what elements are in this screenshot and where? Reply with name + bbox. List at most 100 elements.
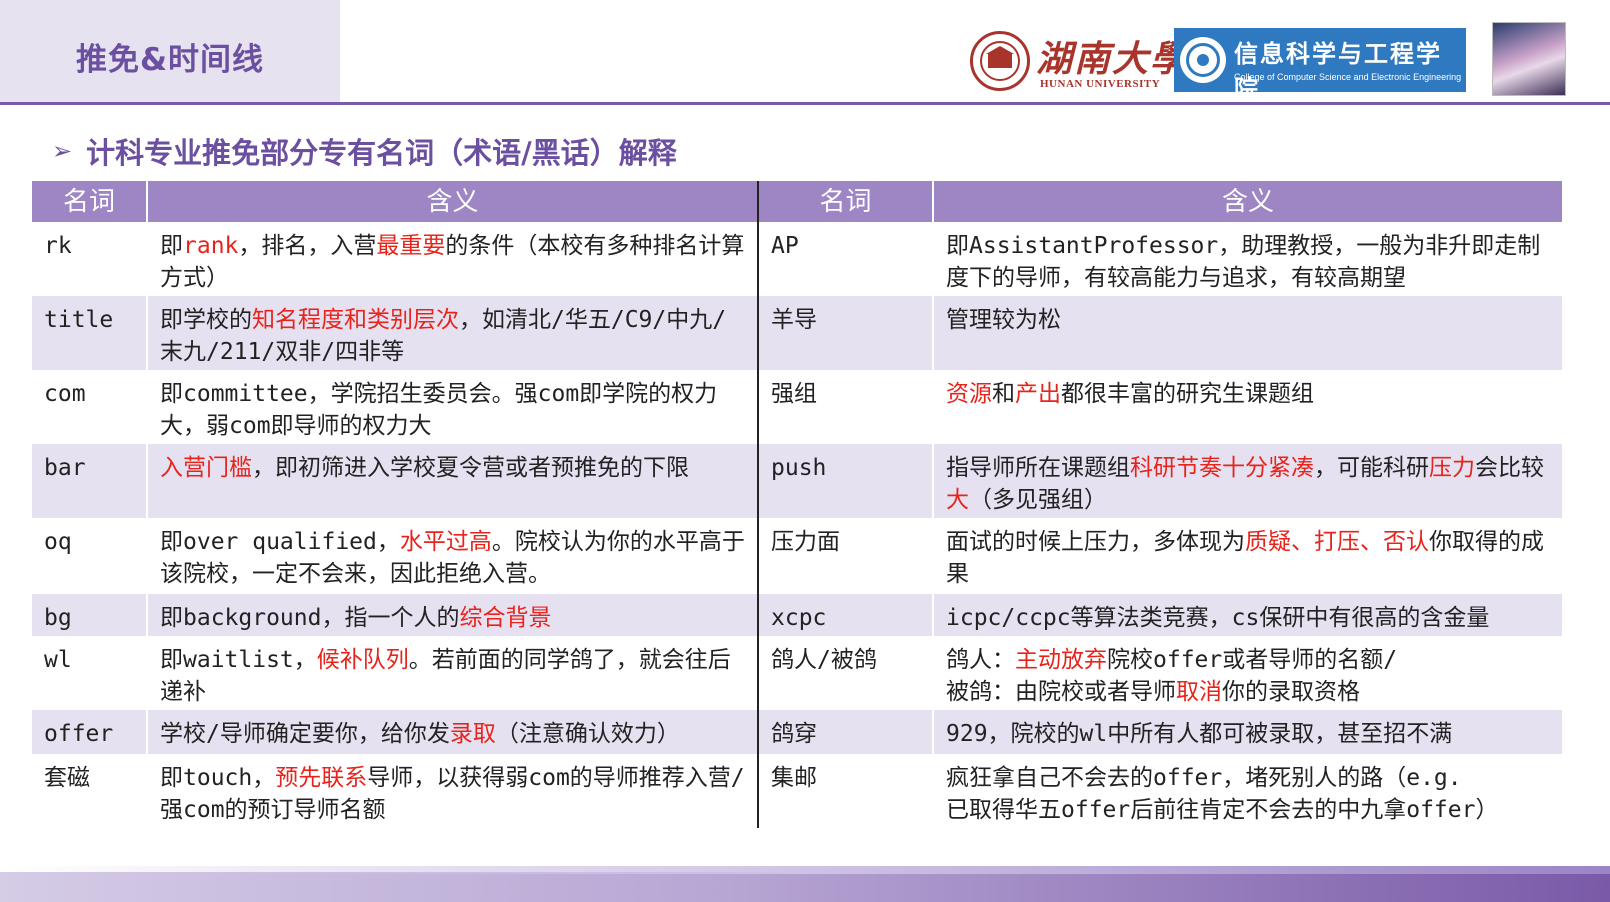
highlight-text: 资源 bbox=[946, 381, 992, 407]
meaning-right: 929，院校的wl中所有人都可被录取，甚至招不满 bbox=[932, 710, 1562, 754]
meaning-text: 即AssistantProfessor，助理教授，一般为非升即走制度下的导师，有… bbox=[946, 230, 1550, 294]
meaning-text: 即rank，排名，入营最重要的条件（本校有多种排名计算方式） bbox=[160, 230, 745, 294]
plain-text: ，排名，入营 bbox=[238, 233, 377, 259]
hnu-seal-icon bbox=[970, 31, 1030, 91]
meaning-left: 即background，指一个人的综合背景 bbox=[146, 594, 757, 636]
term-right: 集邮 bbox=[757, 754, 932, 828]
plain-text: ，即初筛进入学校夏令营或者预推免的下限 bbox=[252, 455, 689, 481]
plain-text: 即waitlist， bbox=[160, 647, 317, 673]
table-header: 名词 含义 名词 含义 bbox=[32, 181, 1562, 222]
term-left-text: bar bbox=[44, 455, 86, 481]
highlight-text: 主动放弃 bbox=[1015, 647, 1107, 673]
term-left-text: offer bbox=[44, 721, 114, 747]
plain-text: 你的录取资格 bbox=[1222, 679, 1360, 705]
term-right-text: 鸽人/被鸽 bbox=[771, 647, 877, 673]
plain-text: ，可能科研 bbox=[1314, 455, 1429, 481]
term-right-text: 强组 bbox=[771, 381, 817, 407]
glossary-table: 名词 含义 名词 含义 rk 即rank，排名，入营最重要的条件（本校有多种排名计… bbox=[32, 181, 1562, 828]
header-meaning-right: 含义 bbox=[932, 181, 1562, 222]
table-body: rk 即rank，排名，入营最重要的条件（本校有多种排名计算方式） AP 即Assis… bbox=[32, 222, 1562, 828]
table-row: wl 即waitlist，候补队列。若前面的同学鸽了，就会往后递补 鸽人/被鸽 鸽人：… bbox=[32, 636, 1562, 710]
subtitle-text: 计科专业推免部分专有名词（术语/黑话）解释 bbox=[86, 136, 677, 170]
meaning-text: 929，院校的wl中所有人都可被录取，甚至招不满 bbox=[946, 718, 1452, 750]
term-right: 强组 bbox=[757, 370, 932, 444]
plain-text: 学校/导师确定要你，给你发 bbox=[160, 721, 450, 747]
meaning-text: 疯狂拿自己不会去的offer，堵死别人的路（e.g. 已取得华五offer后前往… bbox=[946, 762, 1498, 826]
meaning-left: 即waitlist，候补队列。若前面的同学鸽了，就会往后递补 bbox=[146, 636, 757, 710]
meaning-text: 即touch，预先联系导师，以获得弱com的导师推荐入营/强com的预订导师名额 bbox=[160, 762, 745, 826]
plain-text: 和 bbox=[992, 381, 1015, 407]
table-row: bar 入营门槛，即初筛进入学校夏令营或者预推免的下限 push 指导师所在课题组科研… bbox=[32, 444, 1562, 518]
meaning-left: 入营门槛，即初筛进入学校夏令营或者预推免的下限 bbox=[146, 444, 757, 518]
highlight-text: 综合背景 bbox=[459, 605, 552, 631]
term-left: wl bbox=[32, 636, 146, 710]
term-right-text: 鸽穿 bbox=[771, 721, 817, 747]
meaning-text: 学校/导师确定要你，给你发录取（注意确认效力） bbox=[160, 718, 680, 750]
term-left: title bbox=[32, 296, 146, 370]
meaning-right: 疯狂拿自己不会去的offer，堵死别人的路（e.g. 已取得华五offer后前往… bbox=[932, 754, 1562, 828]
meaning-left: 即rank，排名，入营最重要的条件（本校有多种排名计算方式） bbox=[146, 222, 757, 296]
highlight-text: rank bbox=[183, 233, 239, 259]
term-right: 鸽穿 bbox=[757, 710, 932, 754]
university-name-en: HUNAN UNIVERSITY bbox=[1040, 78, 1161, 90]
plain-text: 被鸽：由院校或者导师 bbox=[946, 679, 1176, 705]
slide-subtitle: ➢ 计科专业推免部分专有名词（术语/黑话）解释 bbox=[52, 130, 677, 172]
meaning-text: 鸽人：主动放弃院校offer或者导师的名额/ 被鸽：由院校或者导师取消你的录取资… bbox=[946, 644, 1397, 708]
meaning-text: 指导师所在课题组科研节奏十分紧凑，可能科研压力会比较大（多见强组） bbox=[946, 452, 1550, 516]
meaning-left: 学校/导师确定要你，给你发录取（注意确认效力） bbox=[146, 710, 757, 754]
meaning-text: 即background，指一个人的综合背景 bbox=[160, 602, 551, 634]
header-term-left: 名词 bbox=[62, 186, 115, 217]
highlight-text: 压力 bbox=[1429, 455, 1475, 481]
term-left: com bbox=[32, 370, 146, 444]
highlight-text: 水平过高 bbox=[399, 529, 492, 555]
meaning-text: 资源和产出都很丰富的研究生课题组 bbox=[946, 378, 1314, 410]
meaning-right: 面试的时候上压力，多体现为质疑、打压、否认你取得的成果 bbox=[932, 518, 1562, 594]
plain-text: 面试的时候上压力，多体现为 bbox=[946, 529, 1245, 555]
term-right-text: AP bbox=[771, 233, 799, 259]
term-left: offer bbox=[32, 710, 146, 754]
footer-band bbox=[0, 866, 1610, 902]
arrow-bullet-icon: ➢ bbox=[52, 137, 73, 165]
plain-text: icpc/ccpc等算法类竞赛，cs保研中有很高的含金量 bbox=[946, 605, 1490, 631]
term-left-text: rk bbox=[44, 233, 72, 259]
meaning-right: 鸽人：主动放弃院校offer或者导师的名额/ 被鸽：由院校或者导师取消你的录取资… bbox=[932, 636, 1562, 710]
table-row: 套磁 即touch，预先联系导师，以获得弱com的导师推荐入营/强com的预订导师… bbox=[32, 754, 1562, 828]
meaning-left: 即学校的知名程度和类别层次，如清北/华五/C9/中九/末九/211/双非/四非等 bbox=[146, 296, 757, 370]
meaning-left: 即over qualified，水平过高。院校认为你的水平高于该院校，一定不会来… bbox=[146, 518, 757, 594]
term-right: xcpc bbox=[757, 594, 932, 636]
term-right: 压力面 bbox=[757, 518, 932, 594]
plain-text: 院校offer或者导师的名额/ bbox=[1107, 647, 1398, 673]
table-row: rk 即rank，排名，入营最重要的条件（本校有多种排名计算方式） AP 即Assis… bbox=[32, 222, 1562, 296]
plain-text: 会比较 bbox=[1475, 455, 1544, 481]
term-left: bg bbox=[32, 594, 146, 636]
meaning-text: 入营门槛，即初筛进入学校夏令营或者预推免的下限 bbox=[160, 452, 689, 484]
plain-text: 已取得华五offer后前往肯定不会去的中九拿offer） bbox=[946, 797, 1499, 823]
plain-text: 即学校的 bbox=[160, 307, 252, 333]
plain-text: 即over qualified， bbox=[160, 529, 400, 555]
meaning-text: 即waitlist，候补队列。若前面的同学鸽了，就会往后递补 bbox=[160, 644, 745, 708]
term-right-text: 压力面 bbox=[771, 529, 840, 555]
plain-text: 即 bbox=[160, 233, 183, 259]
meaning-right: icpc/ccpc等算法类竞赛，cs保研中有很高的含金量 bbox=[932, 594, 1562, 636]
term-right: AP bbox=[757, 222, 932, 296]
term-left: 套磁 bbox=[32, 754, 146, 828]
highlight-text: 大 bbox=[946, 487, 969, 513]
table-row: oq 即over qualified，水平过高。院校认为你的水平高于该院校，一定不… bbox=[32, 518, 1562, 594]
college-logo: 信息科学与工程学院 College of Computer Science an… bbox=[1174, 28, 1466, 103]
plain-text: 即committee，学院招生委员会。强com即学院的权力大，弱com即导师的权… bbox=[160, 381, 718, 439]
meaning-text: 管理较为松 bbox=[946, 304, 1061, 336]
term-left: oq bbox=[32, 518, 146, 594]
college-name-en: College of Computer Science and Electron… bbox=[1234, 72, 1462, 82]
plain-text: 都很丰富的研究生课题组 bbox=[1061, 381, 1314, 407]
plain-text: 指导师所在课题组 bbox=[946, 455, 1130, 481]
college-name-cn: 信息科学与工程学院 bbox=[1234, 40, 1442, 103]
college-emblem-icon bbox=[1180, 37, 1226, 83]
term-left-text: oq bbox=[44, 529, 72, 555]
plain-text: 929，院校的wl中所有人都可被录取，甚至招不满 bbox=[946, 721, 1453, 747]
term-left-text: bg bbox=[44, 605, 72, 631]
term-right: 鸽人/被鸽 bbox=[757, 636, 932, 710]
meaning-left: 即touch，预先联系导师，以获得弱com的导师推荐入营/强com的预订导师名额 bbox=[146, 754, 757, 828]
table-row: com 即committee，学院招生委员会。强com即学院的权力大，弱com即导… bbox=[32, 370, 1562, 444]
meaning-text: 即over qualified，水平过高。院校认为你的水平高于该院校，一定不会来… bbox=[160, 526, 745, 590]
highlight-text: 录取 bbox=[449, 721, 496, 747]
